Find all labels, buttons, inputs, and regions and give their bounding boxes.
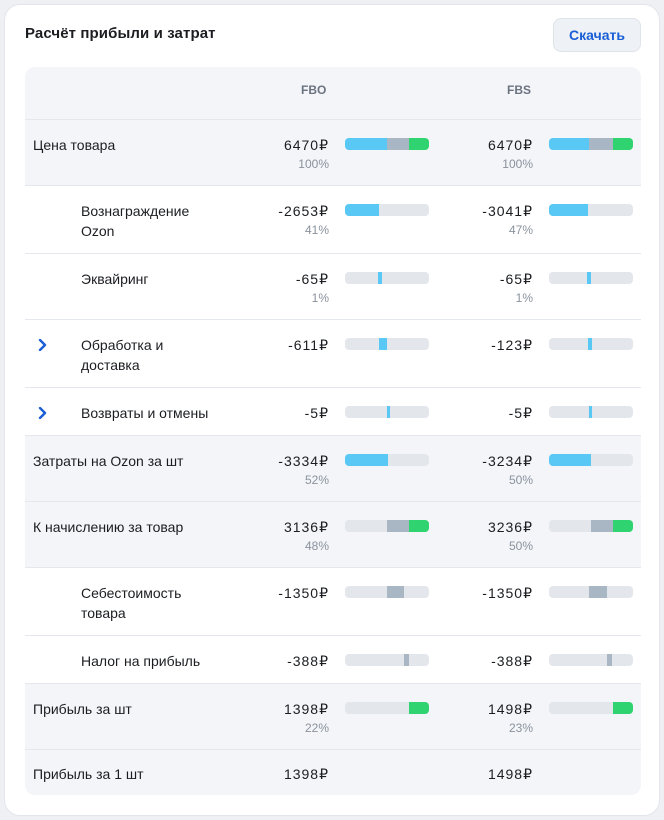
fbs-value: 1498₽ — [487, 766, 533, 782]
fbo-percent: 48% — [304, 539, 329, 553]
fbs-percent: 50% — [508, 473, 533, 487]
cost-segment — [387, 138, 409, 150]
commission-segment — [387, 406, 390, 418]
fbs-value: -65₽ — [499, 271, 533, 287]
fbs-bar — [549, 702, 633, 714]
fbs-bar — [549, 654, 633, 666]
fbs-bar — [549, 338, 633, 350]
cost-segment — [387, 586, 404, 598]
row-label: Налог на прибыль — [81, 653, 201, 669]
profit-segment — [613, 138, 633, 150]
commission-segment — [549, 454, 591, 466]
row-ozon-commission: Вознаграждение Ozon -2653₽ 41% -3041₽ 47… — [25, 186, 641, 254]
commission-segment — [589, 406, 592, 418]
row-returns-cancellations[interactable]: Возвраты и отмены -5₽ -5₽ — [25, 388, 641, 436]
fbs-value: -3234₽ — [482, 453, 533, 469]
fbo-value: 1398₽ — [283, 701, 329, 717]
fbo-value: 3136₽ — [283, 519, 329, 535]
commission-segment — [549, 138, 589, 150]
calc-table: FBO FBS Цена товара 6470₽ 100% 6470₽ 100… — [25, 67, 641, 795]
row-cost-price: Себестоимость товара -1350₽ -1350₽ — [25, 568, 641, 636]
column-header-fbo: FBO — [301, 83, 327, 97]
fbs-bar — [549, 520, 633, 532]
fbo-percent: 100% — [298, 157, 329, 171]
row-processing-delivery[interactable]: Обработка и доставка -611₽ -123₽ — [25, 320, 641, 388]
fbo-value: -1350₽ — [278, 585, 329, 601]
fbo-value: -388₽ — [287, 653, 329, 669]
commission-segment — [345, 138, 387, 150]
column-header-fbs: FBS — [507, 83, 531, 97]
fbs-value: -3041₽ — [482, 203, 533, 219]
row-acquiring: Эквайринг -65₽ 1% -65₽ 1% — [25, 254, 641, 320]
row-label: Эквайринг — [81, 271, 149, 287]
cost-segment — [404, 654, 409, 666]
fbo-value: -611₽ — [288, 337, 329, 353]
expand-chevron-right-icon[interactable] — [35, 337, 51, 353]
commission-segment — [379, 338, 387, 350]
row-label: Себестоимость товара — [81, 585, 182, 621]
row-label: Прибыль за 1 шт — [33, 766, 144, 782]
fbo-value: -5₽ — [304, 405, 329, 421]
expand-chevron-right-icon[interactable] — [35, 405, 51, 421]
commission-segment — [378, 272, 382, 284]
fbo-percent: 22% — [304, 721, 329, 735]
cost-segment — [589, 586, 607, 598]
fbo-percent: 52% — [304, 473, 329, 487]
row-ozon-costs-total: Затраты на Ozon за шт -3334₽ 52% -3234₽ … — [25, 436, 641, 502]
commission-segment — [345, 454, 388, 466]
fbs-bar — [549, 204, 633, 216]
fbo-value: -65₽ — [295, 271, 329, 287]
fbs-value: -5₽ — [508, 405, 533, 421]
fbo-percent: 1% — [311, 291, 329, 305]
row-label: Затраты на Ozon за шт — [33, 453, 184, 469]
cost-segment — [387, 520, 409, 532]
fbs-percent: 1% — [515, 291, 533, 305]
cost-segment — [591, 520, 613, 532]
fbs-bar — [549, 586, 633, 598]
row-profit-per-unit: Прибыль за шт 1398₽ 22% 1498₽ 23% — [25, 684, 641, 750]
row-label: Возвраты и отмены — [81, 405, 209, 421]
fbs-bar — [549, 272, 633, 284]
profit-segment — [613, 520, 633, 532]
fbs-bar — [549, 406, 633, 418]
fbs-value: -123₽ — [491, 337, 533, 353]
fbs-percent: 50% — [508, 539, 533, 553]
fbs-value: -388₽ — [491, 653, 533, 669]
row-label: К начислению за товар — [33, 519, 184, 535]
profit-segment — [613, 702, 633, 714]
row-label: Цена товара — [33, 137, 116, 153]
commission-segment — [549, 204, 588, 216]
fbs-value: 6470₽ — [487, 137, 533, 153]
commission-segment — [588, 338, 592, 350]
row-profit-per-one: Прибыль за 1 шт 1398₽ 1498₽ — [25, 750, 641, 795]
fbo-value: 1398₽ — [283, 766, 329, 782]
fbo-value: -2653₽ — [278, 203, 329, 219]
fbs-value: -1350₽ — [482, 585, 533, 601]
commission-segment — [345, 204, 379, 216]
table-header: FBO FBS — [25, 67, 641, 120]
fbs-bar — [549, 454, 633, 466]
cost-segment — [607, 654, 612, 666]
fbs-value: 3236₽ — [487, 519, 533, 535]
fbs-value: 1498₽ — [487, 701, 533, 717]
fbo-value: -3334₽ — [278, 453, 329, 469]
row-label: Прибыль за шт — [33, 701, 132, 717]
cost-segment — [589, 138, 613, 150]
fbo-percent: 41% — [304, 223, 329, 237]
profit-cost-card: Расчёт прибыли и затрат Скачать FBO FBS … — [4, 4, 660, 816]
fbs-percent: 47% — [508, 223, 533, 237]
fbs-percent: 100% — [502, 157, 533, 171]
row-price: Цена товара 6470₽ 100% 6470₽ 100% — [25, 120, 641, 186]
row-profit-tax: Налог на прибыль -388₽ -388₽ — [25, 636, 641, 684]
download-button[interactable]: Скачать — [553, 18, 641, 52]
card-title: Расчёт прибыли и затрат — [25, 25, 216, 42]
fbs-bar — [549, 138, 633, 150]
commission-segment — [587, 272, 591, 284]
row-payout: К начислению за товар 3136₽ 48% 3236₽ 50… — [25, 502, 641, 568]
fbo-value: 6470₽ — [283, 137, 329, 153]
row-label: Вознаграждение Ozon — [81, 203, 190, 239]
fbs-percent: 23% — [508, 721, 533, 735]
row-label: Обработка и доставка — [81, 337, 164, 373]
